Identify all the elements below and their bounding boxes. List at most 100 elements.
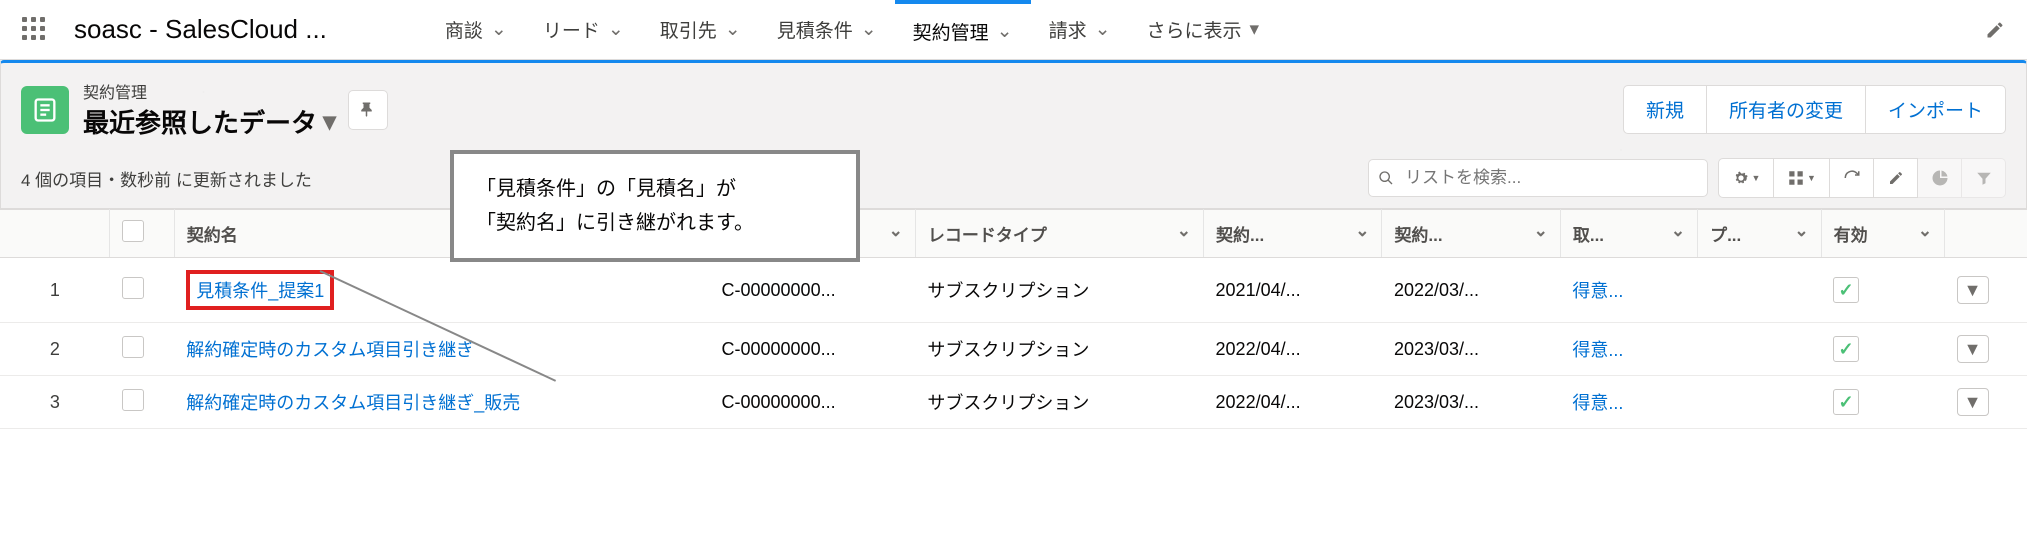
settings-gear-button[interactable]: ▼ — [1718, 158, 1774, 198]
col-c4[interactable]: 契約...⌄ — [1204, 210, 1382, 258]
cell-c5: 2022/03/... — [1382, 258, 1560, 323]
nav-item-quote[interactable]: 見積条件 ⌄ — [759, 0, 895, 59]
chevron-down-icon: ⌄ — [608, 18, 624, 41]
chevron-down-icon: ⌄ — [861, 18, 877, 41]
col-c6[interactable]: 取...⌄ — [1560, 210, 1697, 258]
nav-label: 見積条件 — [777, 16, 853, 43]
inline-edit-button[interactable] — [1874, 158, 1918, 198]
chevron-down-icon: ⌄ — [1177, 221, 1191, 241]
cell-record-type: サブスクリプション — [915, 323, 1203, 376]
nav-label: さらに表示 — [1147, 16, 1242, 43]
list-view-name[interactable]: 最近参照したデータ ▾ — [83, 103, 336, 140]
select-all-checkbox[interactable] — [122, 220, 144, 242]
import-button[interactable]: インポート — [1865, 85, 2006, 134]
row-checkbox[interactable] — [122, 277, 144, 299]
edit-nav-icon[interactable] — [1985, 20, 2005, 40]
col-checkbox — [110, 210, 175, 258]
row-index: 3 — [0, 376, 110, 429]
new-button[interactable]: 新規 — [1623, 85, 1707, 134]
row-actions-menu[interactable]: ▼ — [1957, 276, 1989, 304]
chevron-down-icon: ▾ — [1250, 18, 1260, 41]
display-as-button[interactable]: ▼ — [1774, 158, 1830, 198]
nav-item-account[interactable]: 取引先⌄ — [642, 0, 759, 59]
nav-item-contract[interactable]: 契約管理⌄ — [895, 0, 1031, 59]
col-label: レコードタイプ — [928, 226, 1047, 245]
record-link[interactable]: 解約確定時のカスタム項目引き継ぎ_販売 — [186, 393, 520, 413]
chart-button[interactable] — [1918, 158, 1962, 198]
app-name: soasc - SalesCloud ... — [74, 14, 327, 45]
chevron-down-icon: ⌄ — [1671, 221, 1685, 241]
cell-actions: ▼ — [1945, 258, 2027, 323]
cell-number: C-00000000... — [710, 258, 916, 323]
row-checkbox-cell — [110, 376, 175, 429]
col-label: 契約... — [1216, 226, 1264, 245]
cell-actions: ▼ — [1945, 323, 2027, 376]
callout-line1: 「見積条件」の「見積名」が — [476, 172, 834, 206]
filter-button[interactable] — [1962, 158, 2006, 198]
cell-record-type: サブスクリプション — [915, 258, 1203, 323]
record-link[interactable]: 見積条件_提案1 — [196, 281, 324, 301]
cell-c8: ✓ — [1821, 323, 1945, 376]
cell-c8: ✓ — [1821, 258, 1945, 323]
table-row: 1 見積条件_提案1 C-00000000... サブスクリプション 2021/… — [0, 258, 2027, 323]
global-nav-bar: soasc - SalesCloud ... 商談⌄ リード⌄ 取引先⌄ 見積条… — [0, 0, 2027, 60]
search-input[interactable] — [1368, 159, 1708, 197]
chevron-down-icon: ⌄ — [1095, 18, 1111, 41]
nav-label: 請求 — [1049, 16, 1087, 43]
col-c5[interactable]: 契約...⌄ — [1382, 210, 1560, 258]
chevron-down-icon: ⌄ — [491, 18, 507, 41]
row-actions-menu[interactable]: ▼ — [1957, 335, 1989, 363]
row-checkbox-cell — [110, 258, 175, 323]
chevron-down-icon: ▼ — [1752, 173, 1761, 183]
row-actions-menu[interactable]: ▼ — [1957, 388, 1989, 416]
chevron-down-icon: ⌄ — [1918, 221, 1932, 241]
nav-item-opportunity[interactable]: 商談⌄ — [427, 0, 525, 59]
col-label: 契約... — [1394, 226, 1442, 245]
row-checkbox-cell — [110, 323, 175, 376]
related-link[interactable]: 得意... — [1572, 281, 1623, 301]
nav-item-billing[interactable]: 請求 ⌄ — [1031, 0, 1129, 59]
cell-c4: 2022/04/... — [1204, 376, 1382, 429]
nav-label: リード — [543, 16, 600, 43]
object-nav: 商談⌄ リード⌄ 取引先⌄ 見積条件⌄ 契約管理⌄ 請求⌄ さらに表示▾ — [427, 0, 1277, 59]
nav-item-lead[interactable]: リード ⌄ — [525, 0, 642, 59]
chevron-down-icon: ▼ — [1807, 173, 1816, 183]
nav-label: 取引先 — [660, 16, 717, 43]
table-row: 2 解約確定時のカスタム項目引き継ぎ C-00000000... サブスクリプシ… — [0, 323, 2027, 376]
row-index: 1 — [0, 258, 110, 323]
pin-list-button[interactable] — [348, 90, 388, 130]
change-owner-button[interactable]: 所有者の変更 — [1707, 85, 1865, 134]
cell-c4: 2021/04/... — [1204, 258, 1382, 323]
cell-c6: 得意... — [1560, 376, 1697, 429]
record-link[interactable]: 解約確定時のカスタム項目引き継ぎ — [186, 340, 474, 360]
cell-name: 解約確定時のカスタム項目引き継ぎ — [174, 323, 709, 376]
highlight-box: 見積条件_提案1 — [186, 270, 334, 310]
col-c7[interactable]: プ...⌄ — [1698, 210, 1822, 258]
related-link[interactable]: 得意... — [1572, 340, 1623, 360]
col-label: プ... — [1710, 226, 1741, 245]
list-view-dropdown-icon[interactable]: ▾ — [323, 106, 336, 137]
cell-c6: 得意... — [1560, 323, 1697, 376]
cell-c7 — [1698, 376, 1822, 429]
list-title-text: 最近参照したデータ — [83, 103, 317, 140]
related-link[interactable]: 得意... — [1572, 393, 1623, 413]
list-search — [1368, 159, 1708, 197]
row-checkbox[interactable] — [122, 389, 144, 411]
page-stage: 「見積条件」の「見積名」が 「契約名」に引き継がれます。 契約管理 最近参照した… — [0, 60, 2027, 429]
list-header: 契約管理 最近参照したデータ ▾ 新規 所有者の変更 インポート 4 個の項目・… — [0, 60, 2027, 209]
list-meta-text: 4 個の項目・数秒前 に更新されました — [21, 166, 312, 191]
search-icon — [1378, 170, 1394, 186]
nav-item-more[interactable]: さらに表示 ▾ — [1129, 0, 1278, 59]
col-c8[interactable]: 有効⌄ — [1821, 210, 1945, 258]
cell-record-type: サブスクリプション — [915, 376, 1203, 429]
cell-name: 解約確定時のカスタム項目引き継ぎ_販売 — [174, 376, 709, 429]
col-record-type[interactable]: レコードタイプ ⌄ — [915, 210, 1203, 258]
cell-c8: ✓ — [1821, 376, 1945, 429]
table-row: 3 解約確定時のカスタム項目引き継ぎ_販売 C-00000000... サブスク… — [0, 376, 2027, 429]
app-launcher-icon[interactable] — [22, 17, 48, 43]
header-action-group: 新規 所有者の変更 インポート — [1623, 85, 2006, 134]
row-checkbox[interactable] — [122, 336, 144, 358]
refresh-button[interactable] — [1830, 158, 1874, 198]
cell-number: C-00000000... — [710, 376, 916, 429]
table-header-row: 契約名⌄ 契約番号⌄ レコードタイプ⌄ 契約...⌄ 契約...⌄ 取...⌄ … — [0, 210, 2027, 258]
